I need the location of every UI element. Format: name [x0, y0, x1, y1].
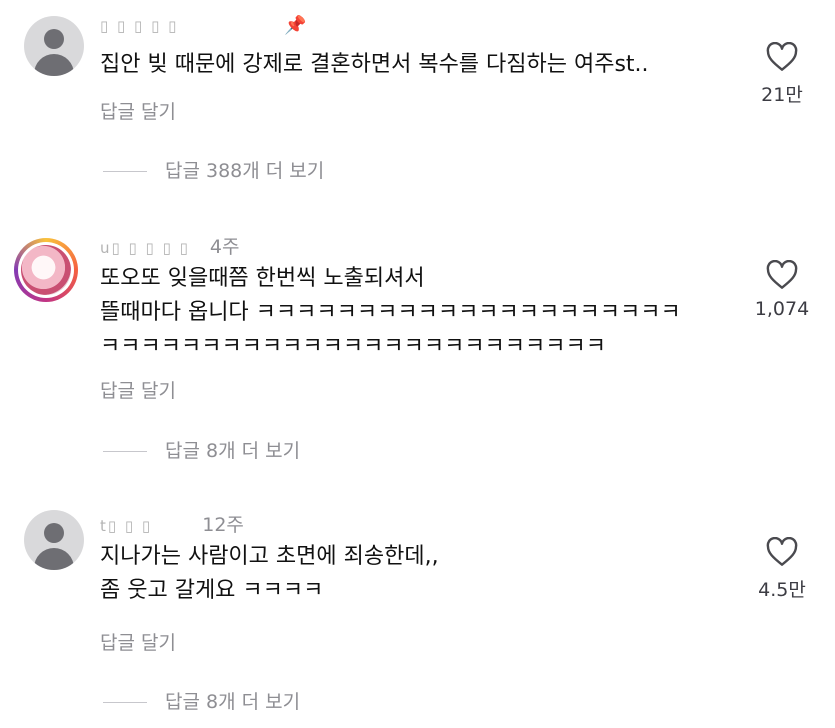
- comment-line: 지나가는 사람이고 초면에 죄송한데,,: [100, 544, 439, 569]
- pin-icon: 📌: [284, 15, 307, 36]
- comment-time: 12주: [202, 514, 244, 536]
- comment-meta: t▯ ▯ ▯ 12주: [100, 510, 244, 537]
- like-control: 4.5만: [747, 537, 817, 602]
- heart-outline-icon[interactable]: [766, 260, 798, 290]
- divider-line: [103, 702, 147, 703]
- like-count: 21만: [761, 84, 803, 106]
- avatar-head: [44, 523, 64, 543]
- divider-line: [103, 451, 147, 452]
- comment-line: ㅋㅋㅋㅋㅋㅋㅋㅋㅋㅋㅋㅋㅋㅋㅋㅋㅋㅋㅋㅋㅋㅋㅋㅋㅋ: [100, 334, 607, 359]
- like-count: 1,074: [754, 298, 810, 320]
- comment-line: 좀 웃고 갈게요 ㅋㅋㅋㅋ: [100, 578, 324, 603]
- heart-outline-icon[interactable]: [766, 42, 798, 72]
- avatar-shoulders: [34, 548, 74, 570]
- avatar-placeholder[interactable]: [24, 510, 84, 570]
- comment-text: 지나가는 사람이고 초면에 죄송한데,, 좀 웃고 갈게요 ㅋㅋㅋㅋ: [100, 540, 439, 608]
- comment-meta: ▯ ▯ ▯ ▯ ▯ 📌: [100, 14, 307, 36]
- heart-outline-icon[interactable]: [766, 537, 798, 567]
- like-control: 1,074: [747, 260, 817, 320]
- avatar-placeholder[interactable]: [24, 16, 84, 76]
- comment-meta: u▯ ▯ ▯ ▯ ▯ 4주: [100, 232, 239, 259]
- username[interactable]: ▯ ▯ ▯ ▯ ▯: [100, 17, 178, 35]
- view-replies-button[interactable]: 답글 8개 더 보기: [103, 687, 300, 714]
- username[interactable]: u▯ ▯ ▯ ▯ ▯: [100, 239, 190, 257]
- view-replies-button[interactable]: 답글 388개 더 보기: [103, 156, 324, 183]
- avatar-photo: [21, 245, 71, 295]
- view-replies-label: 답글 8개 더 보기: [165, 691, 301, 713]
- like-count: 4.5만: [758, 579, 806, 601]
- like-control: 21만: [747, 42, 817, 107]
- comment-text: 집안 빚 때문에 강제로 결혼하면서 복수를 다짐하는 여주st..: [100, 48, 649, 82]
- view-replies-button[interactable]: 답글 8개 더 보기: [103, 436, 300, 463]
- reply-button[interactable]: 답글 달기: [100, 376, 176, 403]
- comment-line: 또오또 잊을때쯤 한번씩 노출되셔서: [100, 266, 425, 291]
- view-replies-label: 답글 8개 더 보기: [165, 440, 301, 462]
- comment-time: 4주: [209, 236, 240, 258]
- username[interactable]: t▯ ▯ ▯: [100, 517, 152, 535]
- avatar-head: [44, 29, 64, 49]
- avatar-story-ring[interactable]: [14, 238, 78, 302]
- avatar-shoulders: [34, 54, 74, 76]
- view-replies-label: 답글 388개 더 보기: [165, 160, 325, 182]
- divider-line: [103, 171, 147, 172]
- comment-text: 또오또 잊을때쯤 한번씩 노출되셔서 뜰때마다 옵니다 ㅋㅋㅋㅋㅋㅋㅋㅋㅋㅋㅋㅋ…: [100, 262, 681, 364]
- comment-line: 집안 빚 때문에 강제로 결혼하면서 복수를 다짐하는 여주st..: [100, 52, 649, 77]
- comment-line: 뜰때마다 옵니다 ㅋㅋㅋㅋㅋㅋㅋㅋㅋㅋㅋㅋㅋㅋㅋㅋㅋㅋㅋㅋㅋ: [100, 300, 681, 325]
- reply-button[interactable]: 답글 달기: [100, 97, 176, 124]
- reply-button[interactable]: 답글 달기: [100, 628, 176, 655]
